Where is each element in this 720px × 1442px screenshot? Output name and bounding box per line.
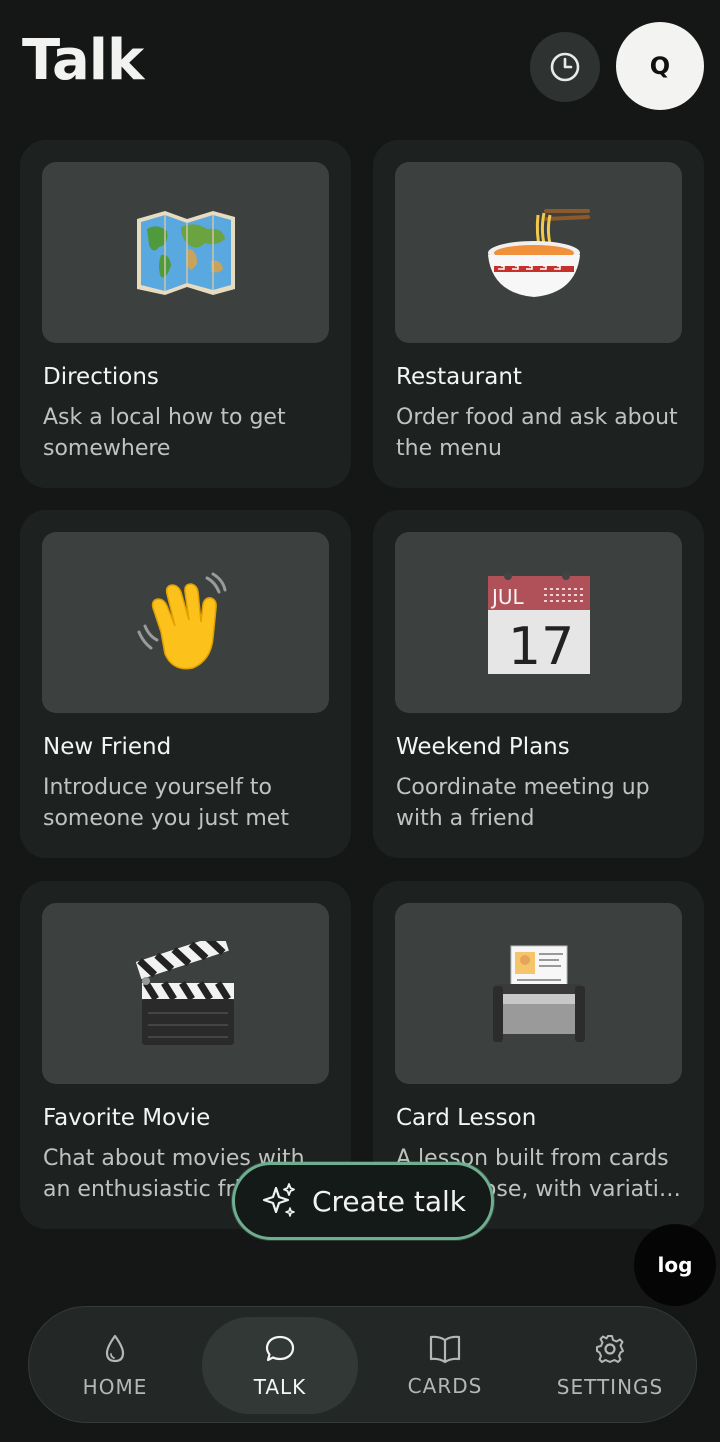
card-title: Directions xyxy=(43,364,159,390)
card-description-line: Order food and ask about xyxy=(396,405,678,430)
nav-item-talk[interactable]: TALK xyxy=(202,1317,358,1414)
nav-label: CARDS xyxy=(407,1373,483,1398)
header: Talk Q xyxy=(0,0,720,130)
card-title: Restaurant xyxy=(396,364,522,390)
world-map-icon xyxy=(136,210,235,295)
chat-bubble-icon xyxy=(265,1335,295,1361)
card-thumbnail: JUL 17 xyxy=(395,532,682,713)
open-book-icon xyxy=(429,1335,461,1363)
card-title: Card Lesson xyxy=(396,1105,537,1131)
drop-icon xyxy=(105,1334,125,1362)
card-thumbnail xyxy=(42,532,329,713)
nav-label: HOME xyxy=(82,1374,148,1399)
talk-screen: Talk Q Directions Ask a local how to get… xyxy=(0,0,720,1442)
waving-hand-icon xyxy=(137,572,226,669)
scenario-card-weekend-plans[interactable]: JUL 17 Weekend Plans Coordinate meeting … xyxy=(373,510,704,858)
nav-item-home[interactable]: HOME xyxy=(37,1317,193,1414)
create-talk-label: Create talk xyxy=(311,1184,467,1218)
nav-item-settings[interactable]: SETTINGS xyxy=(532,1317,688,1414)
card-description-line: someone you just met xyxy=(43,806,289,831)
log-button[interactable]: log xyxy=(634,1224,716,1306)
card-description: Introduce yourself to someone you just m… xyxy=(43,772,333,834)
clapper-board-icon xyxy=(135,940,234,1045)
nav-label: TALK xyxy=(253,1374,307,1399)
card-description-line: the menu xyxy=(396,436,502,461)
card-description-line: Ask a local how to get xyxy=(43,405,286,430)
avatar[interactable]: Q xyxy=(616,22,704,110)
card-title: New Friend xyxy=(43,734,172,760)
nav-label: SETTINGS xyxy=(556,1374,664,1399)
card-title: Favorite Movie xyxy=(43,1105,211,1131)
bottom-navigation: HOME TALK CARDS SETTINGS xyxy=(28,1306,697,1423)
card-thumbnail xyxy=(42,162,329,343)
scenario-card-new-friend[interactable]: New Friend Introduce yourself to someone… xyxy=(20,510,351,858)
history-button[interactable] xyxy=(530,32,600,102)
svg-text:JUL: JUL xyxy=(490,585,525,609)
create-talk-button[interactable]: Create talk xyxy=(232,1162,494,1240)
gear-icon xyxy=(596,1334,624,1363)
card-description-line: Coordinate meeting up xyxy=(396,775,650,800)
noodle-bowl-icon xyxy=(487,208,590,297)
page-title: Talk xyxy=(22,28,144,93)
clock-icon xyxy=(550,52,580,82)
card-title: Weekend Plans xyxy=(396,734,570,760)
scenario-card-restaurant[interactable]: Restaurant Order food and ask about the … xyxy=(373,140,704,488)
card-description-line: somewhere xyxy=(43,436,171,461)
card-thumbnail xyxy=(395,162,682,343)
svg-text:17: 17 xyxy=(508,617,574,676)
card-description: Order food and ask about the menu xyxy=(396,402,686,464)
card-description: Coordinate meeting up with a friend xyxy=(396,772,686,834)
card-description-line: Introduce yourself to xyxy=(43,775,273,800)
card-description: Ask a local how to get somewhere xyxy=(43,402,333,464)
calendar-icon: JUL 17 xyxy=(487,571,590,676)
card-thumbnail xyxy=(42,903,329,1084)
card-index-icon xyxy=(492,945,585,1042)
card-description-line: with a friend xyxy=(396,806,535,831)
card-thumbnail xyxy=(395,903,682,1084)
scenario-card-directions[interactable]: Directions Ask a local how to get somewh… xyxy=(20,140,351,488)
sparkles-icon xyxy=(262,1183,295,1217)
nav-item-cards[interactable]: CARDS xyxy=(367,1317,523,1414)
